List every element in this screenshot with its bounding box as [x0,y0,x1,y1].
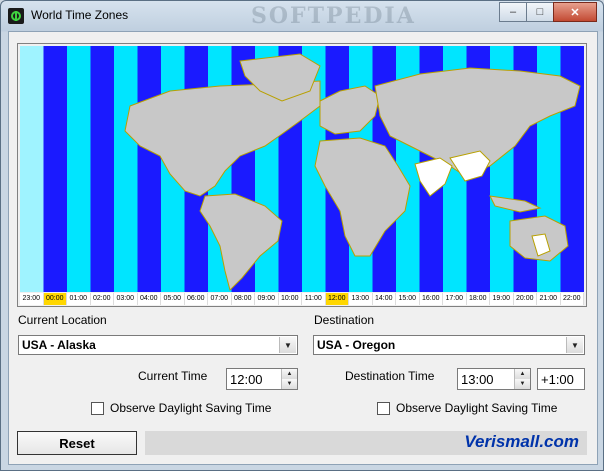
hour-tick: 15:00 [396,293,420,305]
destination-dst-label: Observe Daylight Saving Time [396,401,558,415]
time-zone-stripe [114,46,138,292]
maximize-button[interactable]: □ [526,2,554,22]
hour-tick: 13:00 [349,293,373,305]
hour-tick: 04:00 [137,293,161,305]
reset-label: Reset [59,435,95,451]
hour-tick: 05:00 [161,293,185,305]
window-title: World Time Zones [31,8,129,22]
hour-tick: 22:00 [560,293,584,305]
destination-label: Destination [314,313,375,327]
spin-down-icon[interactable]: ▼ [514,379,530,389]
client-area: 23:00 00:00 01:00 02:00 03:00 04:00 05:00 06:00… [8,31,598,465]
world-map-panel: 23:00 00:00 01:00 02:00 03:00 04:00 05:00 06:00… [17,43,587,307]
time-zone-stripe [67,46,91,292]
hour-tick: 16:00 [419,293,443,305]
destination-select[interactable]: USA - Oregon ▼ [313,335,585,355]
hour-tick: 03:00 [114,293,138,305]
map-svg [20,46,584,292]
destination-time-label: Destination Time [345,369,435,383]
world-time-zone-map[interactable] [20,46,584,292]
spin-down-icon[interactable]: ▼ [281,379,297,389]
hour-tick: 02:00 [90,293,114,305]
hour-tick: 12:00 [325,293,349,305]
hour-tick: 06:00 [184,293,208,305]
time-offset-field: +1:00 [537,368,585,390]
hour-tick: 09:00 [255,293,279,305]
destination-time-spinner[interactable]: 13:00 ▲ ▼ [457,368,531,390]
hour-tick: 08:00 [231,293,255,305]
current-time-spinner[interactable]: 12:00 ▲ ▼ [226,368,298,390]
hour-tick: 18:00 [466,293,490,305]
hour-tick: 17:00 [443,293,467,305]
hour-tick: 20:00 [513,293,537,305]
current-dst-label: Observe Daylight Saving Time [110,401,272,415]
destination-dst-checkbox[interactable]: Observe Daylight Saving Time [377,401,557,415]
time-zone-stripe [90,46,115,292]
checkbox-icon[interactable] [91,401,104,415]
hour-tick: 21:00 [537,293,561,305]
hour-tick: 00:00 [43,293,67,305]
hour-tick: 10:00 [278,293,302,305]
current-location-select[interactable]: USA - Alaska ▼ [18,335,298,355]
time-zone-stripe [20,46,44,292]
hour-tick: 11:00 [302,293,326,305]
hour-tick: 19:00 [490,293,514,305]
hour-tick: 23:00 [20,293,44,305]
hour-tick: 07:00 [208,293,232,305]
current-location-value: USA - Alaska [22,338,96,352]
app-window: World Time Zones SOFTPEDIA – □ ✕ 23:00 0… [0,0,604,471]
caption-buttons: – □ ✕ [499,2,597,22]
title-bar[interactable]: World Time Zones SOFTPEDIA – □ ✕ [1,1,603,31]
hour-tick: 14:00 [372,293,396,305]
current-dst-checkbox[interactable]: Observe Daylight Saving Time [91,401,271,415]
brand-link[interactable]: Verismall.com [464,432,579,452]
time-zone-stripe [137,46,162,292]
globe-app-icon [8,8,24,24]
chevron-down-icon[interactable]: ▼ [566,337,583,353]
reset-button[interactable]: Reset [17,431,137,455]
current-time-value: 12:00 [230,372,263,387]
current-time-label: Current Time [138,369,208,383]
chevron-down-icon[interactable]: ▼ [279,337,296,353]
close-button[interactable]: ✕ [553,2,597,22]
footer-bar: Verismall.com [145,431,587,455]
minimize-button[interactable]: – [499,2,527,22]
hour-scale: 23:00 00:00 01:00 02:00 03:00 04:00 05:00 06:00… [20,293,584,305]
current-location-label: Current Location [18,313,107,327]
time-zone-stripe [43,46,68,292]
destination-value: USA - Oregon [317,338,396,352]
hour-tick: 01:00 [67,293,91,305]
checkbox-icon[interactable] [377,401,390,415]
destination-time-value: 13:00 [461,372,494,387]
softpedia-watermark: SOFTPEDIA [251,3,416,29]
